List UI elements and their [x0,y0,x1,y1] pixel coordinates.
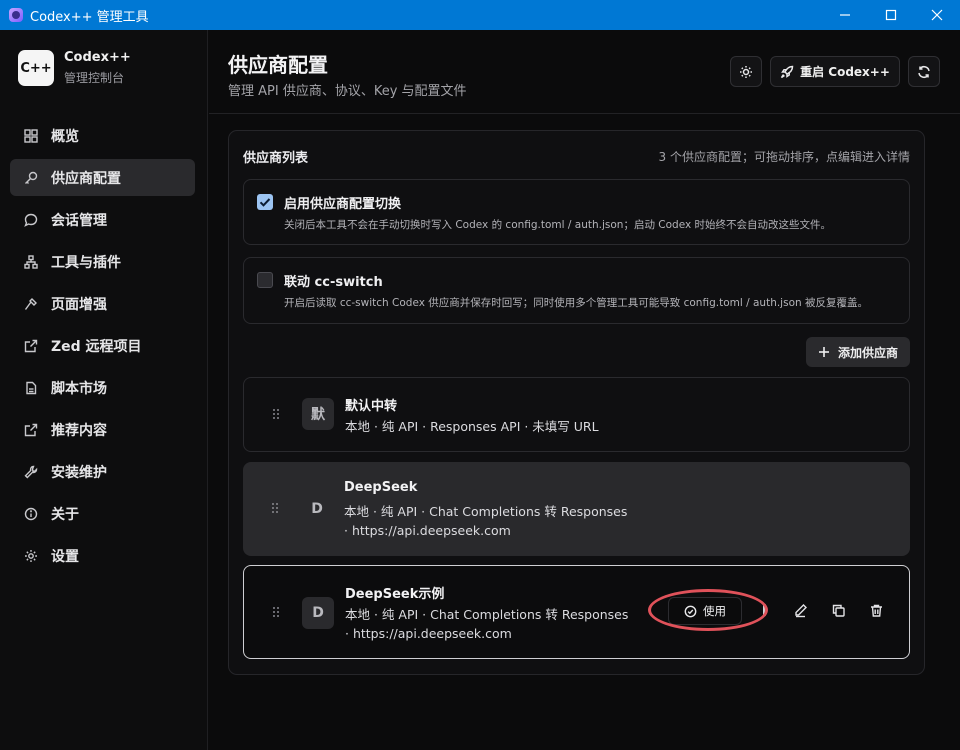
brand-name: Codex++ [64,50,131,65]
sidebar-item-tools[interactable]: 工具与插件 [10,243,195,280]
sidebar-item-label: 安装维护 [51,464,107,481]
page-subtitle: 管理 API 供应商、协议、Key 与配置文件 [228,84,467,99]
use-provider-button[interactable]: 使用 [668,597,742,625]
provider-avatar: 默 [302,398,334,430]
brand: C++ Codex++ 管理控制台 [18,50,131,86]
refresh-icon [918,65,930,78]
panel-hint: 3 个供应商配置；可拖动排序，点编辑进入详情 [658,150,910,164]
sidebar-item-zed[interactable]: Zed 远程项目 [10,327,195,364]
sidebar-item-label: 会话管理 [51,212,107,229]
refresh-button[interactable] [908,56,940,87]
copy-icon [832,604,845,617]
provider-name: DeepSeek示例 [345,587,445,602]
sidebar-item-label: 工具与插件 [51,254,121,271]
divider [763,604,766,616]
brand-logo: C++ [18,50,54,86]
drag-handle-icon[interactable] [272,503,280,515]
plus-icon [818,347,829,357]
maximize-button[interactable] [868,0,914,30]
provider-meta: 本地 · 纯 API · Chat Completions 转 Response… [345,607,629,641]
add-provider-label: 添加供应商 [837,345,898,360]
add-provider-button[interactable]: 添加供应商 [805,337,910,367]
provider-list-panel: 供应商列表 3 个供应商配置；可拖动排序，点编辑进入详情 启用供应商配置切换 关… [228,130,925,675]
use-label: 使用 [703,604,726,618]
sidebar-item-label: 供应商配置 [51,170,121,187]
sidebar-item-maintenance[interactable]: 安装维护 [10,453,195,490]
grid-icon [24,128,38,143]
wrench-icon [24,465,38,478]
copy-button[interactable] [831,603,847,619]
pencil-icon [795,604,807,618]
info-icon [24,507,38,520]
sidebar-item-label: 推荐内容 [51,422,107,439]
page-title: 供应商配置 [228,53,328,77]
rocket-icon [780,65,794,78]
main-content: 供应商配置 管理 API 供应商、协议、Key 与配置文件 重启 Codex++… [209,30,960,750]
sidebar-item-label: 脚本市场 [51,380,107,397]
app-icon [9,8,23,22]
provider-avatar: D [311,501,323,517]
provider-card[interactable]: 默 默认中转 本地 · 纯 API · Responses API · 未填写 … [243,377,910,452]
sidebar-item-settings[interactable]: 设置 [10,537,195,574]
document-icon [26,381,37,394]
sidebar-item-label: 页面增强 [51,296,107,313]
minimize-button[interactable] [822,0,868,30]
enable-switch-option: 启用供应商配置切换 关闭后本工具不会在手动切换时写入 Codex 的 confi… [243,179,910,245]
hammer-icon [24,297,37,310]
window-controls [822,0,960,30]
sidebar: C++ Codex++ 管理控制台 概览 供应商配置 会话管理 工具与插件 页面… [0,30,208,750]
theme-toggle-button[interactable] [730,56,762,87]
sidebar-item-label: 概览 [51,128,79,145]
restart-codex-button[interactable]: 重启 Codex++ [770,56,900,87]
external-link-icon [24,339,38,352]
provider-meta: 本地 · 纯 API · Chat Completions 转 Response… [344,504,628,538]
trash-icon [871,604,882,617]
sidebar-item-about[interactable]: 关于 [10,495,195,532]
sidebar-item-providers[interactable]: 供应商配置 [10,159,195,196]
key-icon [25,171,38,184]
option-title: 联动 cc-switch [284,275,383,290]
edit-button[interactable] [793,603,809,619]
option-description: 开启后读取 cc-switch Codex 供应商并保存时回写；同时使用多个管理… [284,297,868,309]
drag-handle-icon[interactable] [273,607,281,619]
provider-avatar: D [302,597,334,629]
delete-button[interactable] [869,603,885,619]
provider-card[interactable]: D DeepSeek 本地 · 纯 API · Chat Completions… [243,462,910,556]
option-description: 关闭后本工具不会在手动切换时写入 Codex 的 config.toml / a… [284,219,832,231]
sidebar-nav: 概览 供应商配置 会话管理 工具与插件 页面增强 Zed 远程项目 脚本市场 推… [10,117,195,579]
chat-bubble-icon [24,213,38,227]
option-title: 启用供应商配置切换 [284,197,402,212]
provider-meta: 本地 · 纯 API · Responses API · 未填写 URL [345,419,599,434]
drag-handle-icon[interactable] [273,409,281,421]
check-circle-icon [684,605,697,617]
title-bar: Codex++ 管理工具 [0,0,960,30]
restart-label: 重启 Codex++ [800,65,890,79]
cc-switch-option: 联动 cc-switch 开启后读取 cc-switch Codex 供应商并保… [243,257,910,324]
cc-switch-checkbox[interactable] [257,272,273,288]
gear-icon [25,549,37,562]
sun-icon [740,65,752,78]
checkmark-icon [259,198,271,207]
sidebar-item-page-enhance[interactable]: 页面增强 [10,285,195,322]
provider-name: DeepSeek [344,480,418,495]
provider-name: 默认中转 [345,399,398,414]
sidebar-item-label: 设置 [51,548,79,565]
sidebar-item-label: 关于 [51,506,79,523]
panel-title: 供应商列表 [243,151,309,166]
sidebar-item-sessions[interactable]: 会话管理 [10,201,195,238]
page-header: 供应商配置 管理 API 供应商、协议、Key 与配置文件 重启 Codex++ [209,30,960,114]
close-button[interactable] [914,0,960,30]
sidebar-item-overview[interactable]: 概览 [10,117,195,154]
sidebar-item-scripts[interactable]: 脚本市场 [10,369,195,406]
provider-card-selected[interactable]: D DeepSeek示例 本地 · 纯 API · Chat Completio… [243,565,910,659]
brand-subtitle: 管理控制台 [64,71,125,85]
sidebar-item-recommended[interactable]: 推荐内容 [10,411,195,448]
enable-switch-checkbox[interactable] [257,194,273,210]
sidebar-item-label: Zed 远程项目 [51,338,142,355]
window-title: Codex++ 管理工具 [30,9,149,25]
external-link-icon [24,423,38,436]
network-icon [24,254,38,269]
